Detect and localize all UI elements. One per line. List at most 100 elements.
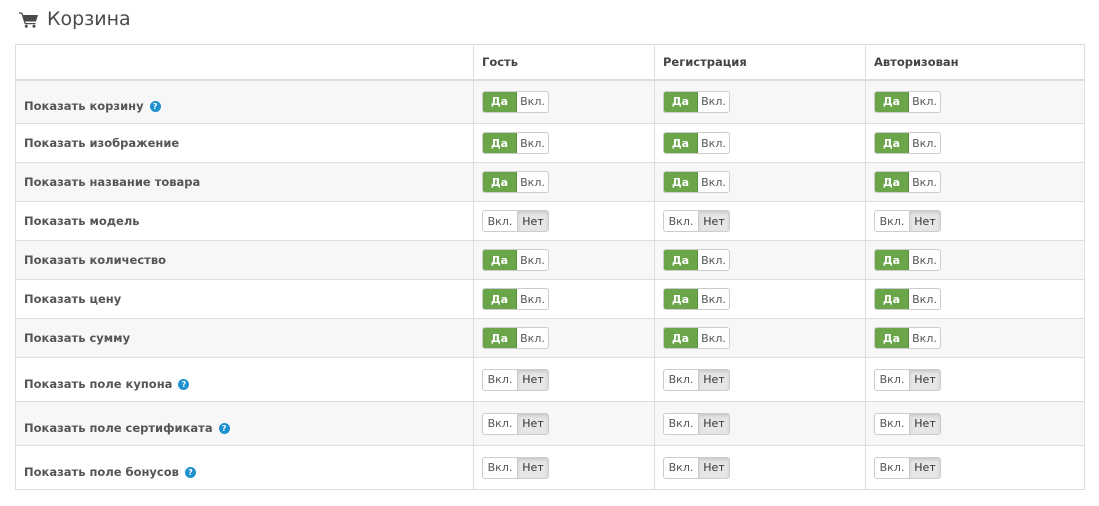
toggle-no-option[interactable]: Нет [909, 413, 940, 434]
toggle-yes-option[interactable]: Да [664, 328, 698, 348]
toggle-switch[interactable]: Да Вкл. [482, 288, 549, 310]
toggle-on-option[interactable]: Вкл. [517, 133, 548, 153]
toggle-switch[interactable]: Да Вкл. [482, 171, 549, 193]
toggle-on-option[interactable]: Вкл. [875, 211, 909, 231]
toggle-on-option[interactable]: Вкл. [517, 289, 548, 309]
toggle-yes-option[interactable]: Да [483, 328, 517, 348]
page-title: Корзина [47, 8, 131, 30]
toggle-on-option[interactable]: Вкл. [483, 211, 517, 231]
toggle-yes-option[interactable]: Да [875, 328, 909, 348]
toggle-yes-option[interactable]: Да [875, 172, 909, 192]
toggle-switch[interactable]: Да Вкл. [874, 132, 941, 154]
toggle-yes-option[interactable]: Да [483, 172, 517, 192]
toggle-on-option[interactable]: Вкл. [483, 414, 517, 434]
toggle-switch[interactable]: Да Вкл. [874, 327, 941, 349]
toggle-switch[interactable]: Вкл. Нет [663, 368, 730, 391]
toggle-no-option[interactable]: Нет [909, 369, 940, 390]
toggle-on-option[interactable]: Вкл. [517, 92, 548, 112]
help-icon[interactable]: ? [218, 422, 230, 434]
toggle-yes-option[interactable]: Да [664, 91, 698, 112]
toggle-on-option[interactable]: Вкл. [698, 250, 729, 270]
toggle-no-option[interactable]: Нет [517, 413, 548, 434]
toggle-on-option[interactable]: Вкл. [875, 414, 909, 434]
toggle-switch[interactable]: Да Вкл. [482, 327, 549, 349]
toggle-switch[interactable]: Да Вкл. [663, 249, 730, 271]
toggle-on-option[interactable]: Вкл. [698, 172, 729, 192]
toggle-on-option[interactable]: Вкл. [698, 133, 729, 153]
toggle-yes-option[interactable]: Да [483, 133, 517, 153]
toggle-on-option[interactable]: Вкл. [875, 458, 909, 478]
toggle-yes-option[interactable]: Да [483, 91, 517, 112]
toggle-switch[interactable]: Вкл. Нет [482, 368, 549, 391]
toggle-switch[interactable]: Да Вкл. [482, 249, 549, 271]
toggle-cell-guest: Вкл. Нет [473, 445, 655, 490]
toggle-on-option[interactable]: Вкл. [483, 370, 517, 390]
toggle-yes-option[interactable]: Да [664, 172, 698, 192]
toggle-switch[interactable]: Да Вкл. [663, 288, 730, 310]
toggle-on-option[interactable]: Вкл. [698, 92, 729, 112]
toggle-on-option[interactable]: Вкл. [517, 328, 548, 348]
toggle-switch[interactable]: Да Вкл. [874, 249, 941, 271]
toggle-switch[interactable]: Вкл. Нет [482, 210, 549, 232]
toggle-switch[interactable]: Да Вкл. [874, 90, 941, 113]
toggle-on-option[interactable]: Вкл. [909, 289, 940, 309]
toggle-yes-option[interactable]: Да [483, 289, 517, 309]
toggle-switch[interactable]: Да Вкл. [663, 132, 730, 154]
toggle-yes-option[interactable]: Да [483, 250, 517, 270]
toggle-switch[interactable]: Да Вкл. [482, 90, 549, 113]
toggle-switch[interactable]: Вкл. Нет [482, 412, 549, 435]
toggle-on-option[interactable]: Вкл. [698, 289, 729, 309]
toggle-on-option[interactable]: Вкл. [909, 172, 940, 192]
toggle-no-option[interactable]: Нет [909, 457, 940, 478]
toggle-switch[interactable]: Вкл. Нет [663, 210, 730, 232]
toggle-on-option[interactable]: Вкл. [909, 92, 940, 112]
setting-label-cell: Показать корзину? [15, 79, 474, 124]
toggle-on-option[interactable]: Вкл. [909, 133, 940, 153]
help-icon[interactable]: ? [184, 466, 196, 478]
toggle-no-option[interactable]: Нет [698, 413, 729, 434]
setting-label: Показать сумму [24, 331, 131, 345]
toggle-no-option[interactable]: Нет [698, 457, 729, 478]
toggle-on-option[interactable]: Вкл. [664, 414, 698, 434]
toggle-switch[interactable]: Да Вкл. [482, 132, 549, 154]
toggle-on-option[interactable]: Вкл. [664, 458, 698, 478]
toggle-no-option[interactable]: Нет [698, 211, 729, 231]
toggle-switch[interactable]: Вкл. Нет [482, 456, 549, 479]
toggle-on-option[interactable]: Вкл. [664, 211, 698, 231]
toggle-yes-option[interactable]: Да [875, 133, 909, 153]
toggle-switch[interactable]: Вкл. Нет [663, 412, 730, 435]
toggle-no-option[interactable]: Нет [517, 211, 548, 231]
toggle-switch[interactable]: Да Вкл. [874, 171, 941, 193]
toggle-switch[interactable]: Да Вкл. [663, 327, 730, 349]
toggle-no-option[interactable]: Нет [909, 211, 940, 231]
toggle-on-option[interactable]: Вкл. [875, 370, 909, 390]
toggle-switch[interactable]: Вкл. Нет [874, 368, 941, 391]
setting-label: Показать изображение [24, 136, 180, 150]
toggle-no-option[interactable]: Нет [698, 369, 729, 390]
toggle-switch[interactable]: Вкл. Нет [874, 412, 941, 435]
toggle-yes-option[interactable]: Да [875, 289, 909, 309]
toggle-no-option[interactable]: Нет [517, 369, 548, 390]
toggle-switch[interactable]: Да Вкл. [663, 171, 730, 193]
toggle-yes-option[interactable]: Да [664, 133, 698, 153]
toggle-yes-option[interactable]: Да [664, 250, 698, 270]
toggle-switch[interactable]: Вкл. Нет [874, 210, 941, 232]
toggle-yes-option[interactable]: Да [664, 289, 698, 309]
toggle-switch[interactable]: Да Вкл. [663, 90, 730, 113]
toggle-on-option[interactable]: Вкл. [909, 328, 940, 348]
toggle-on-option[interactable]: Вкл. [909, 250, 940, 270]
toggle-on-option[interactable]: Вкл. [664, 370, 698, 390]
toggle-switch[interactable]: Вкл. Нет [663, 456, 730, 479]
toggle-switch[interactable]: Вкл. Нет [874, 456, 941, 479]
toggle-yes-option[interactable]: Да [875, 250, 909, 270]
help-icon[interactable]: ? [149, 100, 161, 112]
toggle-cell-authorized: Вкл. Нет [865, 445, 1085, 490]
toggle-on-option[interactable]: Вкл. [517, 250, 548, 270]
toggle-on-option[interactable]: Вкл. [698, 328, 729, 348]
toggle-no-option[interactable]: Нет [517, 457, 548, 478]
toggle-yes-option[interactable]: Да [875, 91, 909, 112]
toggle-on-option[interactable]: Вкл. [483, 458, 517, 478]
toggle-switch[interactable]: Да Вкл. [874, 288, 941, 310]
toggle-on-option[interactable]: Вкл. [517, 172, 548, 192]
help-icon[interactable]: ? [178, 378, 190, 390]
